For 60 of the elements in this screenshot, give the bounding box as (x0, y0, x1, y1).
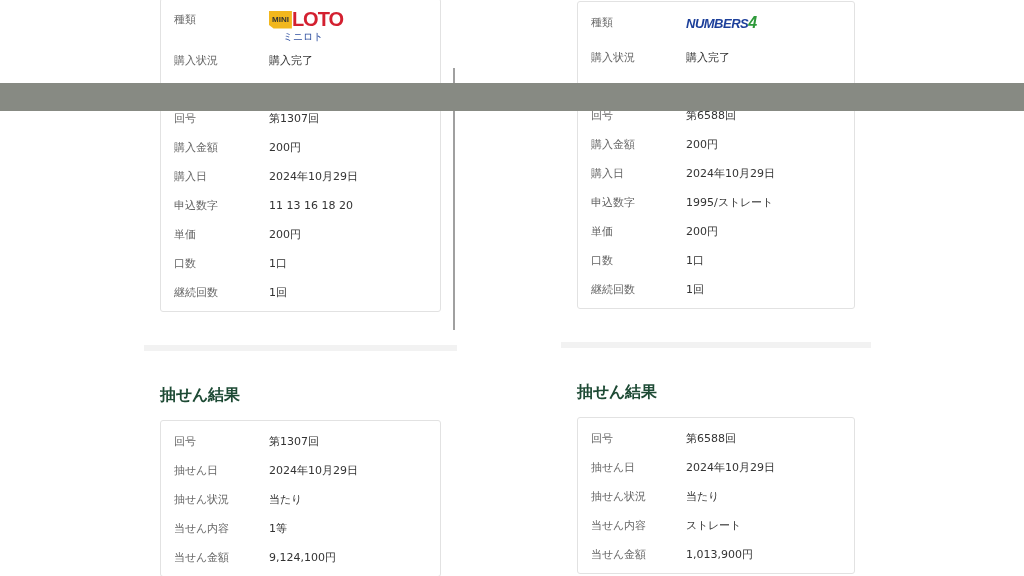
field-value: 200円 (269, 227, 301, 242)
field-value: 200円 (686, 224, 718, 239)
field-label: 抽せん状況 (174, 492, 230, 508)
field-label: 当せん金額 (591, 547, 647, 563)
field-value: 第1307回 (269, 111, 319, 126)
field-label: 申込数字 (591, 195, 636, 211)
field-label: 申込数字 (174, 198, 219, 214)
field-value: 第6588回 (686, 108, 736, 123)
field-label: 種類 (591, 15, 614, 31)
section-heading: 抽せん結果 (160, 385, 241, 405)
field-value: 当たり (269, 492, 302, 507)
field-value: 購入完了 (686, 50, 730, 65)
field-label: 抽せん日 (174, 463, 219, 479)
field-value: 2024年10月29日 (686, 460, 775, 475)
field-label: 購入状況 (174, 53, 219, 69)
field-value: 2024年10月29日 (269, 169, 358, 184)
field-label: 購入日 (174, 169, 208, 185)
field-label: 単価 (174, 227, 197, 243)
field-value: 1回 (269, 285, 287, 300)
field-value: ストレート (686, 518, 741, 533)
logo-text: NUMBERS (686, 15, 749, 31)
field-value: 購入完了 (269, 53, 313, 68)
field-label: 当せん金額 (174, 550, 230, 566)
field-value: 1995/ストレート (686, 195, 773, 210)
field-label: 継続回数 (591, 282, 636, 298)
field-value: 当たり (686, 489, 719, 504)
field-value: 200円 (686, 137, 718, 152)
field-value: 1回 (686, 282, 704, 297)
field-label: 種類 (174, 12, 197, 28)
field-label: 単価 (591, 224, 614, 240)
logo-number: 4 (748, 14, 758, 32)
logo-subtitle: ミニロト (283, 31, 323, 42)
logo-prefix: MINI (272, 15, 289, 24)
field-value: 1,013,900円 (686, 547, 753, 562)
field-value: 11 13 16 18 20 (269, 199, 353, 212)
logo-text: LOTO (291, 8, 344, 31)
field-value: 1等 (269, 521, 287, 536)
field-value: 9,124,100円 (269, 550, 336, 565)
field-label: 口数 (591, 253, 614, 269)
field-value: 2024年10月29日 (686, 166, 775, 181)
field-value: 2024年10月29日 (269, 463, 358, 478)
field-value: 第1307回 (269, 434, 319, 449)
field-label: 継続回数 (174, 285, 219, 301)
field-value: 1口 (686, 253, 704, 268)
field-value: 第6588回 (686, 431, 736, 446)
field-label: 購入金額 (591, 137, 636, 153)
section-heading: 抽せん結果 (577, 382, 658, 402)
field-label: 口数 (174, 256, 197, 272)
field-label: 購入金額 (174, 140, 219, 156)
field-value: 200円 (269, 140, 301, 155)
field-label: 当せん内容 (174, 521, 230, 537)
field-label: 回号 (591, 431, 614, 447)
field-label: 抽せん状況 (591, 489, 647, 505)
field-label: 購入日 (591, 166, 625, 182)
field-label: 抽せん日 (591, 460, 636, 476)
field-label: 回号 (174, 434, 197, 450)
field-label: 回号 (174, 111, 197, 127)
field-value: 1口 (269, 256, 287, 271)
field-label: 当せん内容 (591, 518, 647, 534)
field-label: 購入状況 (591, 50, 636, 66)
